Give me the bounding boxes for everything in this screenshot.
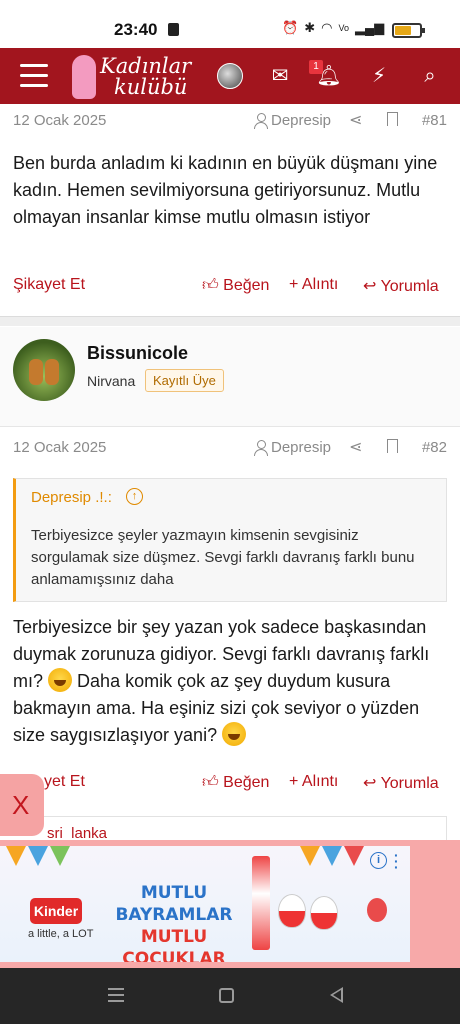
site-logo[interactable]: Kadınlar kulübü xyxy=(72,52,191,102)
logo-figure-icon xyxy=(72,55,96,99)
quote-button[interactable]: + Alıntı xyxy=(289,276,338,294)
lightning-icon[interactable]: ⚡︎ xyxy=(366,63,392,89)
bookmark-icon[interactable] xyxy=(387,112,398,126)
volte-icon: Vo xyxy=(338,23,349,33)
egg-image xyxy=(310,896,338,930)
post-meta: 12 Ocak 2025 Depresip ⋖ #82 xyxy=(0,433,460,463)
ad-info-icon[interactable]: i xyxy=(370,852,387,869)
thumbs-up-icon: 👍︎ xyxy=(202,774,224,791)
reply-button[interactable]: ↩ Yorumla xyxy=(363,276,439,296)
home-icon[interactable] xyxy=(219,988,234,1003)
person-icon xyxy=(254,440,268,456)
quote-author[interactable]: Depresip .!.: xyxy=(31,489,112,506)
like-label: Beğen xyxy=(223,277,270,294)
post-meta: 12 Ocak 2025 Depresip ⋖ #81 xyxy=(0,106,460,136)
like-button[interactable]: 👍︎ Beğen xyxy=(202,276,269,295)
post-separator xyxy=(0,316,460,326)
post-actions: Şikayet Et 👍︎ Beğen + Alıntı ↩ Yorumla xyxy=(0,272,460,300)
post-author[interactable]: Depresip xyxy=(254,439,331,456)
quote-block: Depresip .!.: ↑ Terbiyesizce şeyler yazm… xyxy=(13,478,447,602)
logo-line2: kulübü xyxy=(114,75,188,99)
post-number[interactable]: #82 xyxy=(422,439,447,456)
post-body: Ben burda anladım ki kadının en büyük dü… xyxy=(13,153,438,227)
ad-creative[interactable]: Kinder a little, a LOT MUTLU BAYRAMLAR M… xyxy=(0,846,410,962)
quote-text: Terbiyesizce şeyler yazmayın kimsenin se… xyxy=(31,527,415,588)
status-bar: 23:40 ⏰ ✱ ◠ Vo ▂▄▆ xyxy=(0,0,460,48)
back-icon[interactable] xyxy=(330,987,343,1003)
plus-icon: + xyxy=(289,276,302,293)
arrow-up-icon[interactable]: ↑ xyxy=(126,488,143,505)
poster-title: Nirvana xyxy=(87,373,136,389)
laughing-emoji-icon xyxy=(48,668,73,692)
recents-icon[interactable] xyxy=(108,988,124,1002)
reply-icon: ↩ xyxy=(363,775,381,792)
close-icon: X xyxy=(12,790,30,820)
logo-line1: Kadınlar xyxy=(100,54,192,78)
poster-username[interactable]: Bissunicole xyxy=(87,343,188,364)
quote-label: Alıntı xyxy=(301,276,339,293)
post-actions: yet Et 👍︎ Beğen + Alıntı ↩ Yorumla xyxy=(0,769,460,797)
share-icon[interactable]: ⋖ xyxy=(349,110,362,130)
person-icon xyxy=(254,113,268,129)
kinder-logo: Kinder xyxy=(30,898,82,924)
reply-label: Yorumla xyxy=(380,775,439,792)
like-button[interactable]: 👍︎ Beğen xyxy=(202,773,269,792)
poster-badge: Kayıtlı Üye xyxy=(145,369,224,392)
like-label: Beğen xyxy=(223,774,270,791)
reply-button[interactable]: ↩ Yorumla xyxy=(363,773,439,793)
egg-image xyxy=(278,894,306,928)
product-pack-image xyxy=(252,856,270,950)
user-avatar[interactable] xyxy=(217,63,243,89)
status-icons: ⏰ ✱ ◠ Vo ▂▄▆ xyxy=(282,20,384,36)
reply-label: Yorumla xyxy=(380,278,439,295)
grin-sweat-emoji-icon xyxy=(222,722,247,746)
poster-avatar[interactable] xyxy=(13,339,75,401)
battery-icon xyxy=(392,23,425,38)
search-icon[interactable]: ⌕ xyxy=(417,63,443,89)
wifi-icon: ◠ xyxy=(321,20,333,35)
post-number[interactable]: #81 xyxy=(422,112,447,129)
ad-tagline: a little, a LOT xyxy=(28,928,94,940)
app-notification-icon xyxy=(168,23,179,36)
post-author-name: Depresip xyxy=(271,112,332,129)
quote-button[interactable]: + Alıntı xyxy=(289,773,338,791)
system-nav-bar xyxy=(0,968,460,1024)
plus-icon: + xyxy=(289,773,302,790)
post-author[interactable]: Depresip xyxy=(254,112,331,129)
status-time: 23:40 xyxy=(114,20,158,39)
post-body-part2: Daha komik çok az şey duydum kusura bakm… xyxy=(13,671,420,745)
share-icon[interactable]: ⋖ xyxy=(349,437,362,457)
post-user-block: Bissunicole Nirvana Kayıtlı Üye xyxy=(0,327,460,427)
thumbs-up-icon: 👍︎ xyxy=(202,277,224,294)
site-header: Kadınlar kulübü ✉ 🔔︎ 1 ⚡︎ ⌕ xyxy=(0,48,460,104)
ad-title-line2: MUTLU ÇOCUKLAR xyxy=(122,927,226,962)
inbox-icon[interactable]: ✉ xyxy=(267,63,293,89)
post-date[interactable]: 12 Ocak 2025 xyxy=(13,439,106,456)
post-author-name: Depresip xyxy=(271,439,332,456)
menu-icon[interactable] xyxy=(20,64,48,88)
bunting-decoration xyxy=(0,846,410,868)
notification-badge: 1 xyxy=(309,60,323,74)
ad-title-line1: MUTLU BAYRAMLAR xyxy=(115,883,233,925)
ad-banner[interactable]: Kinder a little, a LOT MUTLU BAYRAMLAR M… xyxy=(0,840,460,968)
reply-icon: ↩ xyxy=(363,278,381,295)
bookmark-icon[interactable] xyxy=(387,439,398,453)
bluetooth-icon: ✱ xyxy=(304,20,316,35)
alarm-icon: ⏰ xyxy=(282,20,299,35)
report-button[interactable]: Şikayet Et xyxy=(13,276,85,294)
post-body: Terbiyesizce bir şey yazan yok sadece ba… xyxy=(13,614,449,749)
ad-menu-icon[interactable]: · · · xyxy=(394,848,399,874)
quote-label: Alıntı xyxy=(301,773,339,790)
report-button[interactable]: yet Et xyxy=(44,773,85,791)
balloon-image xyxy=(367,898,387,922)
ad-title: MUTLU BAYRAMLAR MUTLU ÇOCUKLAR xyxy=(100,882,248,962)
post-date[interactable]: 12 Ocak 2025 xyxy=(13,112,106,129)
ad-close-button[interactable]: X xyxy=(0,774,44,836)
signal-icon: ▂▄▆ xyxy=(354,20,385,35)
